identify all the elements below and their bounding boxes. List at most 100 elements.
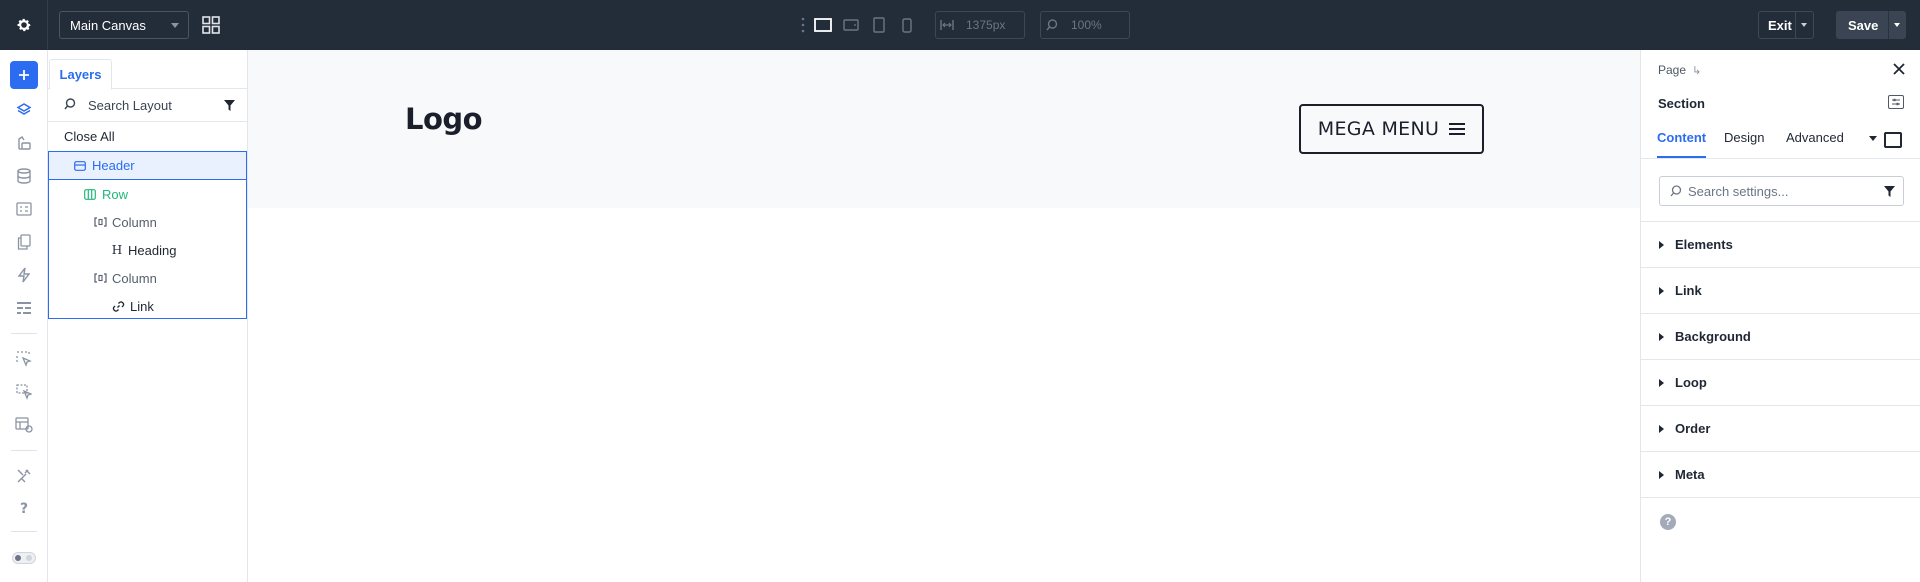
canvas-width-value: 1375px <box>966 18 1006 32</box>
caret-right-icon <box>1659 424 1664 433</box>
canvas-select-label: Main Canvas <box>70 17 146 33</box>
mobile-view-icon[interactable] <box>893 11 921 39</box>
layers-tabbar: Layers <box>48 50 247 90</box>
exit-dropdown-icon[interactable] <box>1801 23 1807 27</box>
section-settings-icon[interactable] <box>1888 95 1904 109</box>
accordion-link[interactable]: Link <box>1641 268 1920 314</box>
accordion-loop[interactable]: Loop <box>1641 360 1920 406</box>
grid-icon[interactable] <box>201 15 221 35</box>
accordion-order[interactable]: Order <box>1641 406 1920 452</box>
exit-button-group: Exit <box>1758 11 1814 39</box>
layers-panel: Layers Close All Header Row Column <box>48 50 248 582</box>
top-toolbar: Main Canvas 1375px 100% Exit Save <box>0 0 1920 50</box>
accordion-label: Order <box>1675 421 1711 436</box>
tab-content[interactable]: Content <box>1657 130 1707 158</box>
tools-icon[interactable] <box>10 462 38 490</box>
layer-label: Header <box>92 158 135 173</box>
settings-search <box>1659 176 1904 206</box>
layer-header[interactable]: Header <box>49 152 246 180</box>
column-icon <box>93 271 107 285</box>
accordion-label: Meta <box>1675 467 1705 482</box>
help-question-icon[interactable]: ? <box>10 495 38 523</box>
layer-heading[interactable]: H Heading <box>49 236 246 264</box>
layer-label: Row <box>102 186 129 202</box>
canvas-width-field[interactable]: 1375px <box>935 11 1025 39</box>
chevron-down-icon <box>171 23 179 28</box>
link-icon <box>111 299 125 313</box>
save-dropdown-icon[interactable] <box>1894 23 1900 27</box>
close-icon[interactable] <box>1892 62 1908 78</box>
selector-icon[interactable] <box>10 345 38 373</box>
desktop-view-icon[interactable] <box>809 11 837 39</box>
accordion-background[interactable]: Background <box>1641 314 1920 360</box>
help-icon[interactable]: ? <box>1660 514 1676 530</box>
caret-right-icon <box>1659 286 1664 295</box>
theme-toggle-icon[interactable] <box>10 544 38 572</box>
tabs-dropdown-icon[interactable] <box>1869 136 1877 141</box>
accordion-label: Loop <box>1675 375 1707 390</box>
rail-divider <box>11 333 37 334</box>
layer-label: Column <box>112 214 157 230</box>
settings-panel: Page ↳ Section Content Design Advanced E… <box>1640 50 1920 582</box>
caret-right-icon <box>1659 470 1664 479</box>
layout-settings-icon[interactable] <box>10 411 38 439</box>
state-box-icon[interactable] <box>1884 132 1902 148</box>
layers-search-input[interactable] <box>88 97 218 113</box>
hamburger-icon <box>1449 123 1466 135</box>
add-element-button[interactable] <box>10 61 38 89</box>
tab-layers[interactable]: Layers <box>49 59 112 90</box>
layers-search <box>48 89 247 122</box>
filter-icon[interactable] <box>1884 185 1895 200</box>
zoom-search-icon <box>1041 12 1063 38</box>
tab-design[interactable]: Design <box>1724 130 1764 158</box>
settings-tabs: Content Design Advanced <box>1641 124 1920 159</box>
mega-menu-button[interactable]: MEGA MENU <box>1299 104 1484 154</box>
settings-gear-icon[interactable] <box>0 0 48 50</box>
site-header[interactable]: Logo MEGA MENU <box>248 50 1640 208</box>
zoom-value: 100% <box>1071 18 1102 32</box>
pages-icon[interactable] <box>10 228 38 256</box>
breadcrumb-page[interactable]: Page <box>1658 63 1686 77</box>
interactions-bolt-icon[interactable] <box>10 261 38 289</box>
rail-divider <box>11 450 37 451</box>
style-icon[interactable] <box>10 129 38 157</box>
accordion-elements[interactable]: Elements <box>1641 222 1920 268</box>
tab-advanced[interactable]: Advanced <box>1786 130 1844 158</box>
settings-search-input[interactable] <box>1688 183 1868 199</box>
save-button-group: Save <box>1836 11 1906 39</box>
database-icon[interactable] <box>10 162 38 190</box>
caret-right-icon <box>1659 332 1664 341</box>
save-button[interactable]: Save <box>1836 11 1889 39</box>
left-rail: ? <box>0 50 48 582</box>
layer-label: Link <box>130 298 154 314</box>
site-logo[interactable]: Logo <box>405 102 483 136</box>
layers-icon[interactable] <box>10 96 38 124</box>
layer-column[interactable]: Column <box>49 208 246 236</box>
layer-row[interactable]: Row <box>49 180 246 208</box>
editor-canvas[interactable]: Logo MEGA MENU <box>248 50 1640 582</box>
zoom-field[interactable]: 100% <box>1040 11 1130 39</box>
layer-column[interactable]: Column <box>49 264 246 292</box>
close-all-button[interactable]: Close All <box>48 122 247 150</box>
accordion-meta[interactable]: Meta <box>1641 452 1920 498</box>
breadcrumb[interactable]: Page ↳ <box>1658 63 1701 77</box>
column-icon <box>93 215 107 229</box>
panel-title: Section <box>1658 96 1705 111</box>
filter-icon[interactable] <box>224 99 235 114</box>
device-toolbar: 1375px 100% <box>797 11 1130 39</box>
exit-button[interactable]: Exit <box>1759 12 1796 38</box>
rail-divider <box>11 531 37 532</box>
accordion-label: Elements <box>1675 237 1733 252</box>
search-icon <box>64 97 78 113</box>
row-icon <box>83 187 97 201</box>
form-icon[interactable] <box>10 195 38 223</box>
canvas-select[interactable]: Main Canvas <box>59 11 189 39</box>
width-arrows-icon <box>936 12 958 38</box>
accordion-label: Background <box>1675 329 1751 344</box>
more-vertical-icon[interactable] <box>797 11 809 39</box>
layer-link[interactable]: Link <box>49 292 246 320</box>
tablet-portrait-icon[interactable] <box>865 11 893 39</box>
tablet-landscape-icon[interactable] <box>837 11 865 39</box>
templates-icon[interactable] <box>10 294 38 322</box>
multi-selector-icon[interactable] <box>10 378 38 406</box>
